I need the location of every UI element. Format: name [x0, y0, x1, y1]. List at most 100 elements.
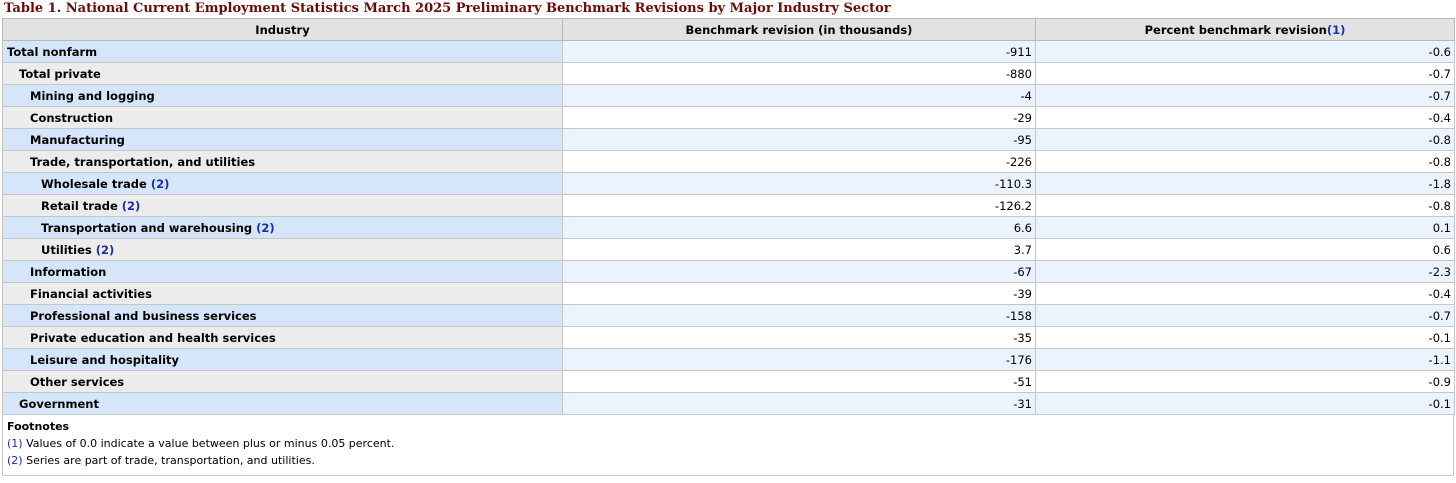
benchmark-cell: -4	[562, 84, 1036, 107]
industry-cell: Information	[2, 260, 563, 283]
table-row: Utilities (2) 3.7 0.6	[2, 238, 1455, 261]
percent-cell: 0.6	[1035, 238, 1455, 261]
industry-cell: Utilities (2)	[2, 238, 563, 261]
industry-cell: Construction	[2, 106, 563, 129]
industry-name: Private education and health services	[30, 330, 276, 345]
percent-cell: -0.1	[1035, 326, 1455, 349]
industry-name: Total nonfarm	[7, 44, 98, 59]
table-body: Total nonfarm -911 -0.6 Total private -8…	[2, 40, 1455, 415]
benchmark-cell: -31	[562, 392, 1036, 415]
table-title: Table 1. National Current Employment Sta…	[4, 1, 891, 16]
table-row: Information -67 -2.3	[2, 260, 1455, 283]
industry-cell: Leisure and hospitality	[2, 348, 563, 371]
table-row: Mining and logging -4 -0.7	[2, 84, 1455, 107]
percent-cell: -0.8	[1035, 194, 1455, 217]
industry-name: Professional and business services	[30, 308, 257, 323]
table-row: Leisure and hospitality -176 -1.1	[2, 348, 1455, 371]
footnote-text: Series are part of trade, transportation…	[26, 454, 315, 467]
footnote-link-2[interactable]: (2)	[256, 221, 275, 235]
table-row: Retail trade (2) -126.2 -0.8	[2, 194, 1455, 217]
header-row: Industry Benchmark revision (in thousand…	[2, 18, 1455, 41]
benchmark-cell: -126.2	[562, 194, 1036, 217]
benchmark-cell: -158	[562, 304, 1036, 327]
industry-name: Government	[19, 396, 99, 411]
percent-cell: -1.8	[1035, 172, 1455, 195]
footnote-item: (2) Series are part of trade, transporta…	[3, 452, 1453, 469]
footnote-link-2[interactable]: (2)	[96, 243, 115, 257]
table-row: Trade, transportation, and utilities -22…	[2, 150, 1455, 173]
benchmark-cell: -95	[562, 128, 1036, 151]
industry-cell: Transportation and warehousing (2)	[2, 216, 563, 239]
header-industry: Industry	[2, 18, 563, 41]
percent-cell: -0.8	[1035, 150, 1455, 173]
industry-cell: Other services	[2, 370, 563, 393]
header-percent-revision: Percent benchmark revision(1)	[1035, 18, 1455, 41]
benchmark-cell: -29	[562, 106, 1036, 129]
percent-cell: -2.3	[1035, 260, 1455, 283]
percent-cell: -0.7	[1035, 62, 1455, 85]
benchmark-cell: -39	[562, 282, 1036, 305]
benchmark-cell: -911	[562, 40, 1036, 63]
benchmark-cell: -35	[562, 326, 1036, 349]
industry-cell: Financial activities	[2, 282, 563, 305]
header-benchmark-revision: Benchmark revision (in thousands)	[562, 18, 1036, 41]
industry-name: Leisure and hospitality	[30, 352, 180, 367]
footnote-link-2[interactable]: (2)	[122, 199, 141, 213]
industry-cell: Mining and logging	[2, 84, 563, 107]
percent-cell: -0.1	[1035, 392, 1455, 415]
industry-cell: Private education and health services	[2, 326, 563, 349]
industry-cell: Manufacturing	[2, 128, 563, 151]
industry-name: Utilities	[41, 242, 92, 257]
table-row: Total private -880 -0.7	[2, 62, 1455, 85]
benchmark-table: Industry Benchmark revision (in thousand…	[2, 18, 1455, 415]
footnote-text: Values of 0.0 indicate a value between p…	[26, 437, 395, 450]
table-row: Transportation and warehousing (2) 6.6 0…	[2, 216, 1455, 239]
industry-cell: Total nonfarm	[2, 40, 563, 63]
industry-cell: Retail trade (2)	[2, 194, 563, 217]
footnotes: Footnotes (1) Values of 0.0 indicate a v…	[2, 415, 1454, 476]
benchmark-cell: -51	[562, 370, 1036, 393]
industry-name: Financial activities	[30, 286, 152, 301]
industry-cell: Professional and business services	[2, 304, 563, 327]
industry-name: Trade, transportation, and utilities	[30, 154, 256, 169]
industry-name: Wholesale trade	[41, 176, 147, 191]
industry-name: Transportation and warehousing	[41, 220, 253, 235]
benchmark-cell: -110.3	[562, 172, 1036, 195]
table-row: Professional and business services -158 …	[2, 304, 1455, 327]
percent-cell: -0.4	[1035, 106, 1455, 129]
footnote-link-1[interactable]: (1)	[1327, 23, 1346, 37]
footnote-anchor-1[interactable]: (1)	[7, 437, 23, 450]
benchmark-cell: -176	[562, 348, 1036, 371]
industry-name: Retail trade	[41, 198, 118, 213]
industry-name: Manufacturing	[30, 132, 125, 147]
percent-cell: -0.7	[1035, 304, 1455, 327]
table-row: Private education and health services -3…	[2, 326, 1455, 349]
industry-name: Mining and logging	[30, 88, 155, 103]
industry-cell: Trade, transportation, and utilities	[2, 150, 563, 173]
benchmark-cell: 3.7	[562, 238, 1036, 261]
table-row: Construction -29 -0.4	[2, 106, 1455, 129]
percent-cell: -0.6	[1035, 40, 1455, 63]
industry-cell: Government	[2, 392, 563, 415]
benchmark-cell: -67	[562, 260, 1036, 283]
table-row: Wholesale trade (2) -110.3 -1.8	[2, 172, 1455, 195]
benchmark-cell: -226	[562, 150, 1036, 173]
industry-name: Other services	[30, 374, 125, 389]
footnote-link-2[interactable]: (2)	[151, 177, 170, 191]
industry-name: Information	[30, 264, 107, 279]
footnote-anchor-2[interactable]: (2)	[7, 454, 23, 467]
percent-cell: -0.9	[1035, 370, 1455, 393]
industry-name: Construction	[30, 110, 114, 125]
industry-cell: Wholesale trade (2)	[2, 172, 563, 195]
footnote-item: (1) Values of 0.0 indicate a value betwe…	[3, 435, 1453, 452]
table-row: Other services -51 -0.9	[2, 370, 1455, 393]
footnotes-title: Footnotes	[7, 420, 70, 433]
table-row: Government -31 -0.1	[2, 392, 1455, 415]
percent-cell: -0.4	[1035, 282, 1455, 305]
percent-cell: -1.1	[1035, 348, 1455, 371]
header-percent-label: Percent benchmark revision	[1144, 22, 1327, 37]
benchmark-cell: -880	[562, 62, 1036, 85]
industry-cell: Total private	[2, 62, 563, 85]
percent-cell: -0.7	[1035, 84, 1455, 107]
table-row: Financial activities -39 -0.4	[2, 282, 1455, 305]
